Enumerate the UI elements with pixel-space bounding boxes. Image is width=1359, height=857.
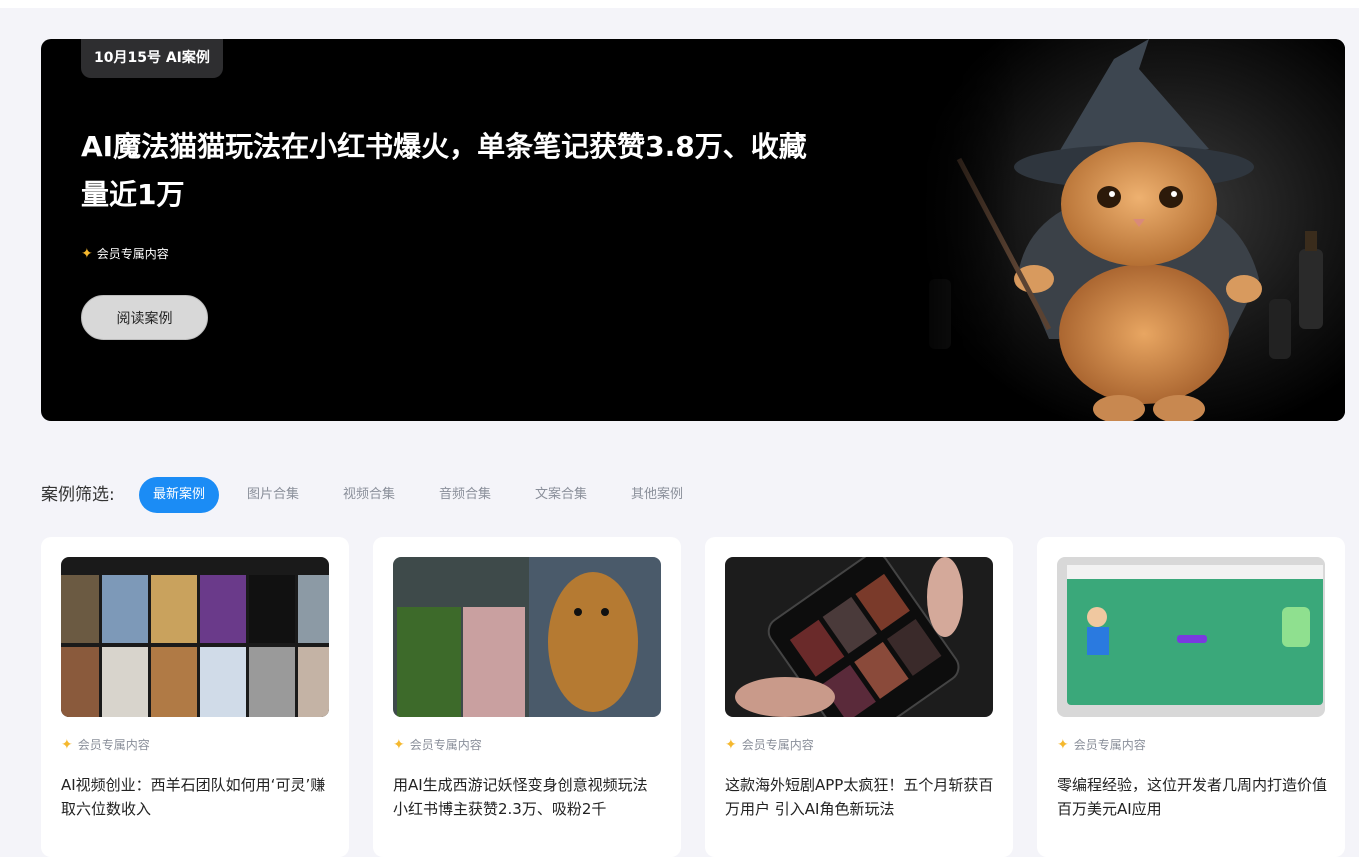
star-icon: ✦ <box>1057 736 1069 753</box>
tab-other-cases[interactable]: 其他案例 <box>631 477 683 513</box>
hero-member-badge-label: 会员专属内容 <box>96 247 169 261</box>
card-title[interactable]: 这款海外短剧APP太疯狂！五个月斩获百万用户 引入AI角色新玩法 <box>725 773 995 821</box>
card-member-badge: ✦ 会员专属内容 <box>1057 736 1146 753</box>
hero-title-line1: AI魔法猫猫玩法在小红书爆火，单条笔记获赞3.8万、收藏 <box>81 130 807 163</box>
hero-title-line2: 量近1万 <box>81 178 185 211</box>
card-title[interactable]: AI视频创业：西羊石团队如何用‘可灵’赚取六位数收入 <box>61 773 331 821</box>
tab-audio-collection[interactable]: 音频合集 <box>439 477 491 513</box>
star-icon: ✦ <box>393 736 405 753</box>
star-icon: ✦ <box>61 736 73 753</box>
hero-banner[interactable]: 10月15号 AI案例 AI魔法猫猫玩法在小红书爆火，单条笔记获赞3.8万、收藏… <box>41 39 1345 421</box>
case-card[interactable]: ✦ 会员专属内容 用AI生成西游记妖怪变身创意视频玩法 小红书博主获赞2.3万、… <box>373 537 681 857</box>
card-member-badge-label: 会员专属内容 <box>741 738 814 752</box>
card-thumbnail-ai-app-landing[interactable] <box>1057 557 1325 717</box>
tab-video-collection[interactable]: 视频合集 <box>343 477 395 513</box>
card-thumbnail-video-grid[interactable] <box>61 557 329 717</box>
card-title[interactable]: 用AI生成西游记妖怪变身创意视频玩法 小红书博主获赞2.3万、吸粉2千 <box>393 773 663 821</box>
card-member-badge-label: 会员专属内容 <box>409 738 482 752</box>
case-card[interactable]: ✦ 会员专属内容 零编程经验，这位开发者几周内打造价值百万美元AI应用 <box>1037 537 1345 857</box>
hero-date-tag: 10月15号 AI案例 <box>81 39 223 78</box>
tab-copywriting-collection[interactable]: 文案合集 <box>535 477 587 513</box>
card-title[interactable]: 零编程经验，这位开发者几周内打造价值百万美元AI应用 <box>1057 773 1327 821</box>
card-thumbnail-drama-app[interactable] <box>725 557 993 717</box>
case-card[interactable]: ✦ 会员专属内容 这款海外短剧APP太疯狂！五个月斩获百万用户 引入AI角色新玩… <box>705 537 1013 857</box>
case-card[interactable]: ✦ 会员专属内容 AI视频创业：西羊石团队如何用‘可灵’赚取六位数收入 <box>41 537 349 857</box>
wizard-cat-image <box>909 39 1345 421</box>
read-case-button[interactable]: 阅读案例 <box>81 295 208 340</box>
card-thumbnail-journey-west[interactable] <box>393 557 661 717</box>
card-member-badge-label: 会员专属内容 <box>77 738 150 752</box>
tab-image-collection[interactable]: 图片合集 <box>247 477 299 513</box>
star-icon: ✦ <box>725 736 737 753</box>
hero-member-badge: ✦ 会员专属内容 <box>81 245 169 262</box>
star-icon: ✦ <box>81 245 93 262</box>
card-member-badge: ✦ 会员专属内容 <box>61 736 150 753</box>
tab-latest-cases[interactable]: 最新案例 <box>139 477 219 513</box>
card-member-badge: ✦ 会员专属内容 <box>393 736 482 753</box>
hero-title[interactable]: AI魔法猫猫玩法在小红书爆火，单条笔记获赞3.8万、收藏 量近1万 <box>81 123 881 219</box>
filter-label: 案例筛选: <box>41 485 115 505</box>
top-strip <box>0 0 1359 8</box>
card-member-badge-label: 会员专属内容 <box>1073 738 1146 752</box>
card-member-badge: ✦ 会员专属内容 <box>725 736 814 753</box>
